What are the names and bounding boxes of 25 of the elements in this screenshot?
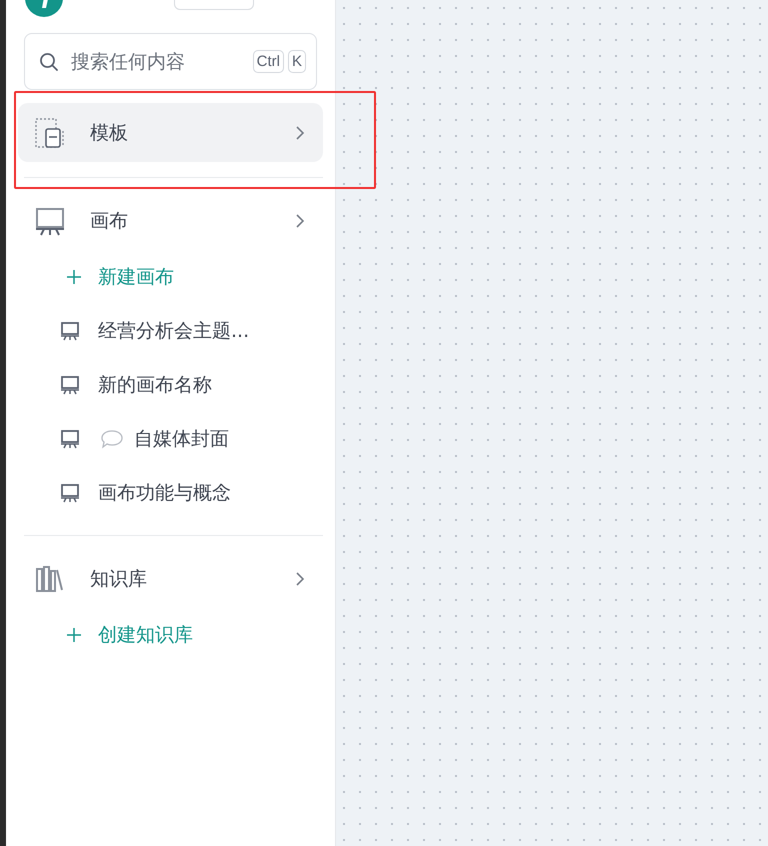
- canvas-item[interactable]: 经营分析会主题...: [18, 304, 323, 358]
- easel-icon: [60, 483, 80, 503]
- easel-icon: [60, 375, 80, 395]
- search-icon: [39, 52, 59, 72]
- canvas-item[interactable]: 自媒体封面: [18, 412, 323, 466]
- plus-icon: [66, 269, 82, 285]
- nav-item[interactable]: 模板: [18, 103, 323, 162]
- search-input[interactable]: 搜索任何内容: [69, 50, 249, 74]
- nav-item[interactable]: 知识库: [18, 549, 323, 608]
- canvas-item[interactable]: 画布功能与概念: [18, 466, 323, 520]
- chevron-icon: [295, 124, 305, 140]
- create-button[interactable]: 创建知识库: [18, 608, 193, 662]
- shortcut-key: K: [288, 50, 306, 73]
- template-icon: [34, 116, 66, 148]
- nav-item[interactable]: 画布: [18, 191, 323, 250]
- shortcut-key: Ctrl: [252, 50, 284, 73]
- create-button[interactable]: 新建画布: [18, 250, 174, 304]
- easel-icon: [60, 429, 80, 449]
- chevron-icon: [295, 570, 305, 586]
- easel-icon: [60, 321, 80, 341]
- canvas-item[interactable]: 新的画布名称: [18, 358, 323, 412]
- search-bar[interactable]: 搜索任何内容 Ctrl K: [24, 33, 317, 90]
- speech-bubble-icon: [100, 429, 124, 449]
- plus-icon: [66, 627, 82, 643]
- chevron-icon: [295, 212, 305, 228]
